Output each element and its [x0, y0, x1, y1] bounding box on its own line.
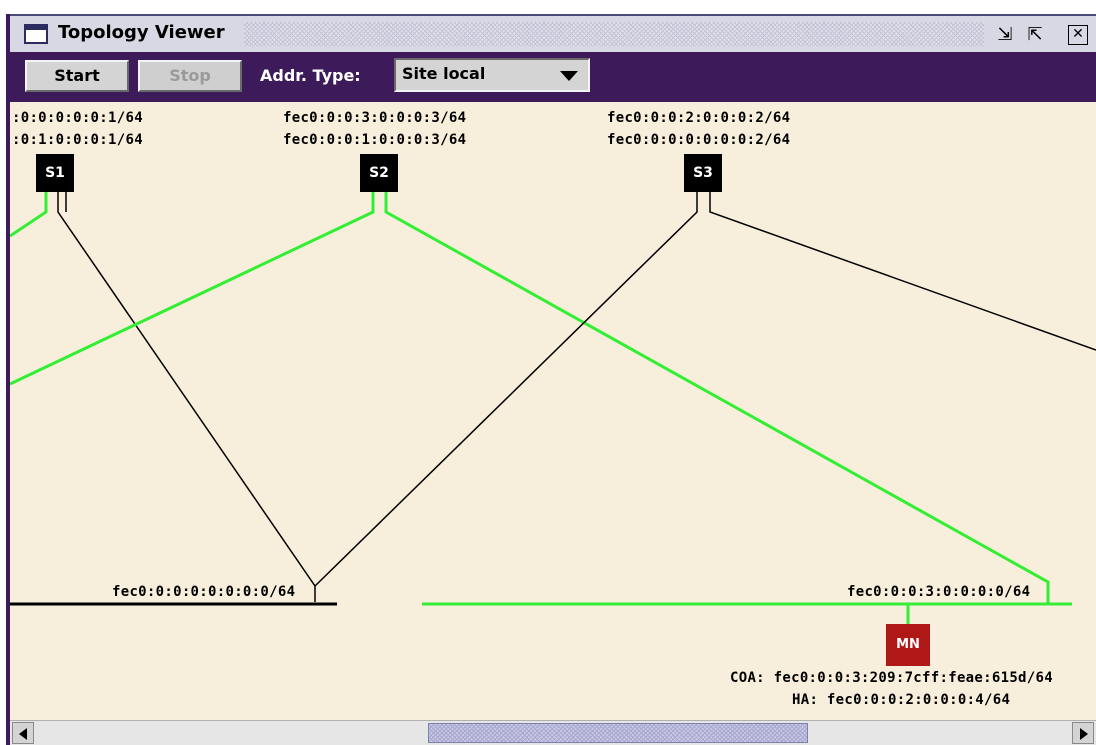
addr-type-select[interactable]: Site local: [394, 58, 590, 92]
addr-type-value: Site local: [402, 64, 486, 83]
topology-viewer-window: Topology Viewer ⇲ ⇱ ✕ Start Stop Addr. T…: [0, 0, 1096, 745]
close-icon[interactable]: ✕: [1068, 25, 1088, 45]
arrow-right-icon: [1080, 728, 1088, 740]
start-button[interactable]: Start: [25, 60, 129, 92]
s2-addr2: fec0:0:0:1:0:0:0:3/64: [283, 132, 467, 148]
router-s3[interactable]: S3: [684, 154, 722, 192]
link-s2-left: [10, 190, 375, 386]
link-s3-right: [709, 190, 1096, 351]
link-s3-net0: [314, 190, 698, 587]
router-s1[interactable]: S1: [36, 154, 74, 192]
toolbar: Start Stop Addr. Type: Site local: [10, 52, 1096, 102]
link-s1-net0: [57, 190, 316, 602]
arrow-left-icon: [19, 728, 27, 740]
s1-addr1: :0:0:0:0:0:1/64: [12, 110, 143, 126]
scrollbar-thumb[interactable]: [428, 723, 808, 743]
s3-addr2: fec0:0:0:0:0:0:0:2/64: [607, 132, 791, 148]
title-bar[interactable]: Topology Viewer ⇲ ⇱ ✕: [10, 14, 1096, 52]
s1-addr2: :0:1:0:0:0:1/64: [12, 132, 143, 148]
router-s2[interactable]: S2: [360, 154, 398, 192]
topology-canvas[interactable]: :0:0:0:0:0:1/64 :0:1:0:0:0:1/64 S1 fec0:…: [10, 102, 1096, 720]
scroll-left-button[interactable]: [12, 722, 34, 744]
link-s1-left: [10, 190, 48, 238]
title-bar-drag-area[interactable]: [244, 22, 984, 46]
s2-addr1: fec0:0:0:3:0:0:0:3/64: [283, 110, 467, 126]
mobile-node-mn[interactable]: MN: [886, 624, 930, 666]
link-s2-net3: [384, 190, 1050, 604]
addr-type-label: Addr. Type:: [260, 66, 361, 85]
scroll-right-button[interactable]: [1072, 722, 1094, 744]
topology-links: [10, 190, 1096, 624]
mn-coa: COA: fec0:0:0:3:209:7cff:feae:615d/64: [730, 670, 1053, 686]
mn-ha: HA: fec0:0:0:2:0:0:0:4/64: [792, 692, 1011, 708]
dropdown-arrow-icon[interactable]: [560, 71, 578, 81]
minimize-icon[interactable]: ⇲: [994, 24, 1016, 46]
horizontal-scrollbar[interactable]: [10, 720, 1096, 745]
s3-addr1: fec0:0:0:2:0:0:0:2/64: [607, 110, 791, 126]
window-title: Topology Viewer: [58, 22, 225, 43]
window-icon[interactable]: [24, 24, 48, 44]
stop-button[interactable]: Stop: [138, 60, 242, 92]
network-net0-label: fec0:0:0:0:0:0:0:0/64: [112, 584, 296, 600]
maximize-icon[interactable]: ⇱: [1024, 24, 1046, 46]
network-net3-label: fec0:0:0:3:0:0:0:0/64: [847, 584, 1031, 600]
